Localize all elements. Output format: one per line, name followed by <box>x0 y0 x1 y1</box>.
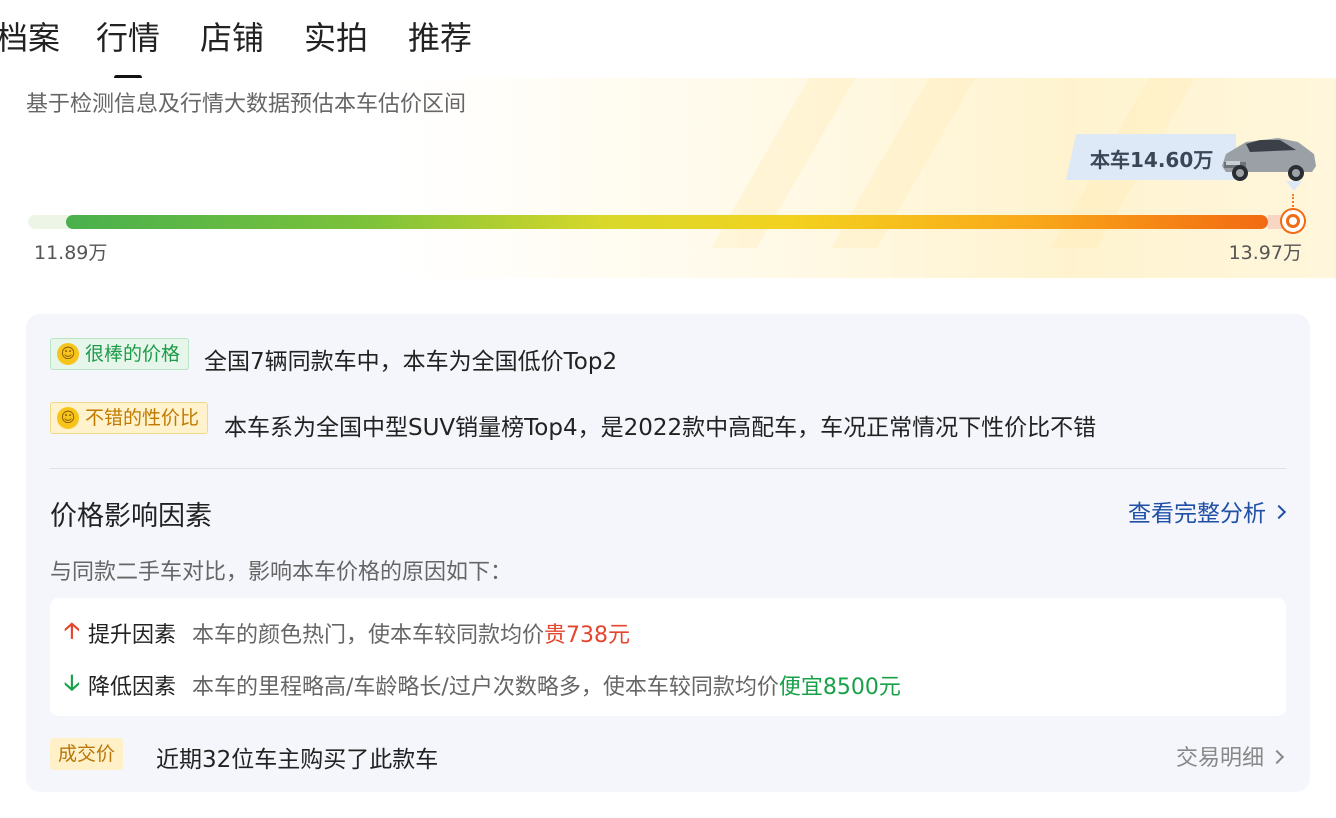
factor-list: 🡡 提升因素 本车的颜色热门，使本车较同款均价 贵738元 🡣 降低因素 本车的… <box>50 598 1286 716</box>
factor-down-effect: 便宜8500元 <box>778 675 901 700</box>
chevron-right-icon <box>1271 504 1287 520</box>
great-price-badge-label: 很棒的价格 <box>85 343 181 365</box>
price-range-bar <box>66 215 1268 229</box>
great-price-text: 全国7辆同款车中，本车为全国低价Top2 <box>204 349 618 375</box>
range-high-label: 13.97万 <box>1228 242 1302 264</box>
smile-emoji-icon: ☺ <box>57 407 79 429</box>
grin-emoji-icon: ☺ <box>57 343 79 365</box>
estimate-subtitle: 基于检测信息及行情大数据预估本车估价区间 <box>26 92 467 117</box>
section-title: 价格影响因素 <box>50 501 212 532</box>
good-value-badge: ☺ 不错的性价比 <box>50 402 209 434</box>
tab-recommend[interactable]: 推荐 <box>408 18 472 58</box>
factor-up-desc: 本车的颜色热门，使本车较同款均价 <box>192 623 545 648</box>
tab-market[interactable]: 行情 <box>96 18 160 80</box>
full-analysis-link[interactable]: 查看完整分析 <box>1128 494 1287 528</box>
divider <box>50 468 1286 469</box>
trade-detail-link[interactable]: 交易明细 <box>1175 740 1285 772</box>
car-price-marker <box>1282 210 1304 232</box>
car-image <box>1222 138 1316 181</box>
full-analysis-link-label: 查看完整分析 <box>1128 501 1266 527</box>
chevron-right-icon <box>1269 749 1285 765</box>
great-price-badge: ☺ 很棒的价格 <box>50 338 190 370</box>
car-price-label: 本车14.60万 <box>1090 148 1214 172</box>
factor-row-down: 🡣 降低因素 本车的里程略高/车龄略长/过户次数略多，使本车较同款均价 便宜85… <box>64 670 901 700</box>
tag-pointer <box>1286 181 1302 191</box>
price-analysis-card: ☺ 很棒的价格 全国7辆同款车中，本车为全国低价Top2 ☺ 不错的性价比 本车… <box>26 314 1310 792</box>
tab-bar: 档案 行情 店铺 实拍 推荐 <box>0 0 1336 80</box>
range-low-label: 11.89万 <box>34 242 108 264</box>
tab-archive[interactable]: 档案 <box>0 18 60 58</box>
factor-down-desc: 本车的里程略高/车龄略长/过户次数略多，使本车较同款均价 <box>192 675 779 700</box>
factor-up-label: 提升因素 <box>88 623 177 648</box>
price-estimate-panel: 基于检测信息及行情大数据预估本车估价区间 本车14.60万 11.89万 13.… <box>0 78 1336 278</box>
compare-description: 与同款二手车对比，影响本车价格的原因如下： <box>50 560 513 585</box>
deal-price-badge: 成交价 <box>50 738 124 770</box>
factor-up-effect: 贵738元 <box>544 623 631 648</box>
factor-row-up: 🡡 提升因素 本车的颜色热门，使本车较同款均价 贵738元 <box>64 618 630 648</box>
tab-photos[interactable]: 实拍 <box>304 18 368 58</box>
good-value-text: 本车系为全国中型SUV销量榜Top4，是2022款中高配车，车况正常情况下性价比… <box>224 415 1097 441</box>
marker-dotline <box>1292 194 1294 210</box>
good-value-badge-label: 不错的性价比 <box>85 407 200 429</box>
factor-down-label: 降低因素 <box>88 675 177 700</box>
deal-text: 近期32位车主购买了此款车 <box>156 747 439 773</box>
arrow-up-icon: 🡡 <box>64 619 80 644</box>
arrow-down-icon: 🡣 <box>64 671 80 696</box>
tab-shop[interactable]: 店铺 <box>200 18 264 58</box>
trade-detail-link-label: 交易明细 <box>1175 746 1264 771</box>
